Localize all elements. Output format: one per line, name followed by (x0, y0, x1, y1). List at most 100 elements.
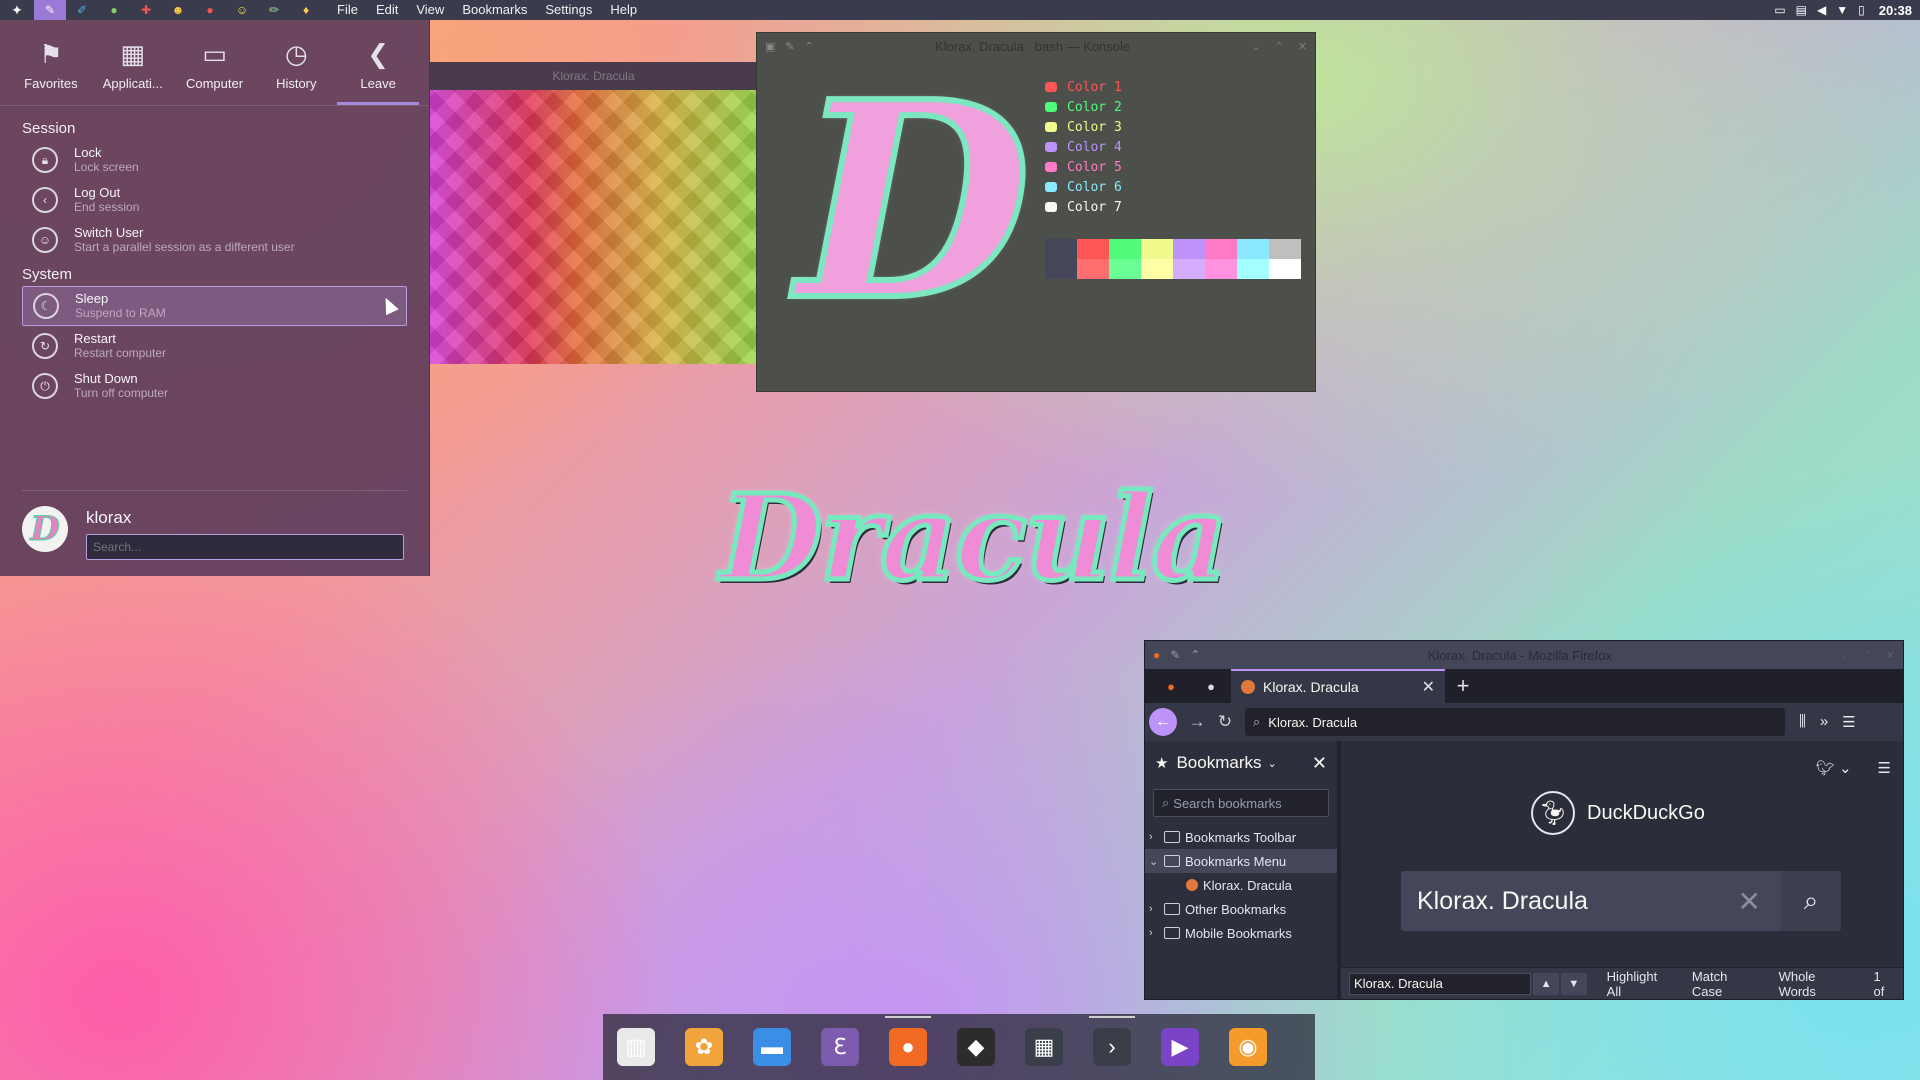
battery-icon[interactable]: ▯ (1858, 3, 1865, 17)
file-manager-icon[interactable]: ▬ (753, 1028, 791, 1066)
url-bar[interactable]: ⌕ Klorax. Dracula (1245, 708, 1785, 736)
lock-item[interactable]: 🔒︎ Lock Lock screen (22, 140, 407, 180)
new-tab-button[interactable]: + (1445, 669, 1481, 703)
inkscape-icon[interactable]: ◆ (957, 1028, 995, 1066)
restart-item[interactable]: ↻ Restart Restart computer (22, 326, 407, 366)
logout-item[interactable]: ‹ Log Out End session (22, 180, 407, 220)
clock[interactable]: 20:38 (1879, 3, 1912, 18)
archive-manager-icon[interactable]: ▥ (617, 1028, 655, 1066)
highlight-all-toggle[interactable]: Highlight All (1607, 969, 1674, 999)
chevron-right-icon[interactable]: › (1149, 903, 1161, 915)
tab-favorites[interactable]: ⚑ Favorites (10, 20, 92, 105)
menu-edit[interactable]: Edit (367, 0, 407, 20)
emacs-icon[interactable]: ℇ (821, 1028, 859, 1066)
page-menu-icon[interactable]: ☰ (1878, 759, 1891, 777)
tab-computer[interactable]: ▭ Computer (174, 20, 256, 105)
pin-icon[interactable]: ✎ (785, 40, 794, 53)
reload-button[interactable]: ↻ (1211, 712, 1239, 732)
switch-user-item[interactable]: ☺ Switch User Start a parallel session as… (22, 220, 407, 260)
forward-button[interactable]: → (1183, 712, 1211, 732)
chevron-right-icon[interactable]: › (1149, 927, 1161, 939)
sleep-item[interactable]: ☾ Sleep Suspend to RAM (22, 286, 407, 326)
maximize-icon[interactable]: ⌃ (1275, 40, 1284, 53)
search-query[interactable]: Klorax. Dracula (1401, 887, 1738, 916)
find-bar: Klorax. Dracula ▲ ▼ Highlight All Match … (1341, 967, 1903, 999)
menu-file[interactable]: File (328, 0, 367, 20)
menu-view[interactable]: View (407, 0, 453, 20)
bookmark-icon: ⚑ (39, 39, 63, 69)
hamburger-menu-icon[interactable]: ☰ (1842, 713, 1855, 731)
find-previous-button[interactable]: ▲ (1533, 972, 1559, 995)
firefox-icon[interactable]: ● (1153, 648, 1160, 662)
power-icon: ⏻ (32, 373, 58, 399)
task-pen-icon[interactable]: ✎ (34, 0, 66, 20)
task-bulb-icon[interactable]: ♦ (290, 0, 322, 20)
calculator-icon[interactable]: ▦ (1025, 1028, 1063, 1066)
task-brush-icon[interactable]: ✐ (66, 0, 98, 20)
orange-app-icon[interactable]: ◉ (1229, 1028, 1267, 1066)
minimize-icon[interactable]: ⌄ (1839, 649, 1848, 662)
whole-words-toggle[interactable]: Whole Words (1779, 969, 1856, 999)
bookmark-tree-item[interactable]: › Bookmarks Toolbar (1145, 825, 1337, 849)
sidebar-header[interactable]: ★ Bookmarks ⌄ ✕ (1145, 741, 1337, 785)
global-menu: File Edit View Bookmarks Settings Help (328, 0, 646, 20)
twitter-icon[interactable]: 🐦︎ ⌄ (1816, 759, 1852, 777)
bookmark-tree-item[interactable]: › Other Bookmarks (1145, 897, 1337, 921)
chevron-down-icon[interactable]: ⌄ (1149, 855, 1161, 868)
menu-settings[interactable]: Settings (536, 0, 601, 20)
terminal-icon[interactable]: › (1089, 1016, 1135, 1066)
duckduckgo-brand[interactable]: 🦆︎ DuckDuckGo (1531, 791, 1705, 835)
minimize-icon[interactable]: ⌄ (1251, 40, 1260, 53)
search-input[interactable] (86, 534, 404, 560)
tab-leave[interactable]: ❮ Leave (337, 20, 419, 105)
tab-active[interactable]: Klorax. Dracula ✕ (1231, 669, 1445, 703)
kde-launcher-icon[interactable]: ✦ (0, 0, 34, 20)
menu-help[interactable]: Help (601, 0, 646, 20)
overflow-chevron-icon[interactable]: » (1820, 713, 1828, 731)
tab-title: Klorax. Dracula (1263, 679, 1359, 695)
task-smiley-icon[interactable]: ☺ (226, 0, 258, 20)
task-pin-icon[interactable]: ✚ (130, 0, 162, 20)
library-icon[interactable]: ⫼ (1799, 713, 1806, 731)
tab-history[interactable]: ◷ History (255, 20, 337, 105)
pin-icon[interactable]: ✎ (1170, 648, 1180, 662)
color-bullet-icon (1045, 182, 1057, 192)
bookmark-tree-item[interactable]: Klorax. Dracula (1145, 873, 1337, 897)
pinned-tab-github[interactable]: ● (1191, 669, 1231, 703)
maximize-icon[interactable]: ⌃ (1863, 649, 1872, 662)
task-mask-icon[interactable]: ● (194, 0, 226, 20)
task-globe-icon[interactable]: ● (98, 0, 130, 20)
volume-icon[interactable]: ◀ (1817, 3, 1826, 17)
shutdown-item[interactable]: ⏻ Shut Down Turn off computer (22, 366, 407, 406)
bookmarks-search-input[interactable]: ⌕ Search bookmarks (1153, 789, 1329, 817)
keep-above-icon[interactable]: ⌃ (1190, 648, 1200, 662)
find-next-button[interactable]: ▼ (1560, 972, 1587, 995)
palette-swatch (1109, 259, 1141, 279)
tab-applications[interactable]: ▦ Applicati... (92, 20, 174, 105)
media-player-icon[interactable]: ▶ (1161, 1028, 1199, 1066)
pinned-tab-firefox[interactable]: ● (1151, 669, 1191, 703)
menu-bookmarks[interactable]: Bookmarks (453, 0, 536, 20)
close-sidebar-icon[interactable]: ✕ (1312, 753, 1327, 774)
octopus-app-icon[interactable]: ✿ (685, 1028, 723, 1066)
task-face-icon[interactable]: ☻ (162, 0, 194, 20)
close-icon[interactable]: ✕ (1298, 40, 1307, 53)
bookmark-tree-item[interactable]: ⌄ Bookmarks Menu (1145, 849, 1337, 873)
display-icon[interactable]: ▭ (1774, 3, 1785, 17)
task-pencil-icon[interactable]: ✏ (258, 0, 290, 20)
find-input[interactable]: Klorax. Dracula (1349, 972, 1532, 995)
back-button[interactable]: ← (1149, 708, 1177, 736)
ddg-search-box[interactable]: Klorax. Dracula ✕ ⌕ (1401, 871, 1841, 931)
clear-search-icon[interactable]: ✕ (1738, 885, 1781, 918)
firefox-icon[interactable]: ● (885, 1016, 931, 1066)
terminal-icon[interactable]: ▣ (765, 40, 775, 53)
clipboard-icon[interactable]: ▤ (1796, 3, 1807, 17)
color-label: Color 1 (1067, 79, 1122, 95)
chevron-right-icon[interactable]: › (1149, 831, 1161, 843)
close-tab-icon[interactable]: ✕ (1422, 677, 1435, 697)
close-icon[interactable]: ✕ (1886, 649, 1895, 662)
network-icon[interactable]: ▼ (1836, 3, 1848, 17)
bookmark-tree-item[interactable]: › Mobile Bookmarks (1145, 921, 1337, 945)
search-button[interactable]: ⌕ (1781, 871, 1841, 931)
match-case-toggle[interactable]: Match Case (1692, 969, 1761, 999)
